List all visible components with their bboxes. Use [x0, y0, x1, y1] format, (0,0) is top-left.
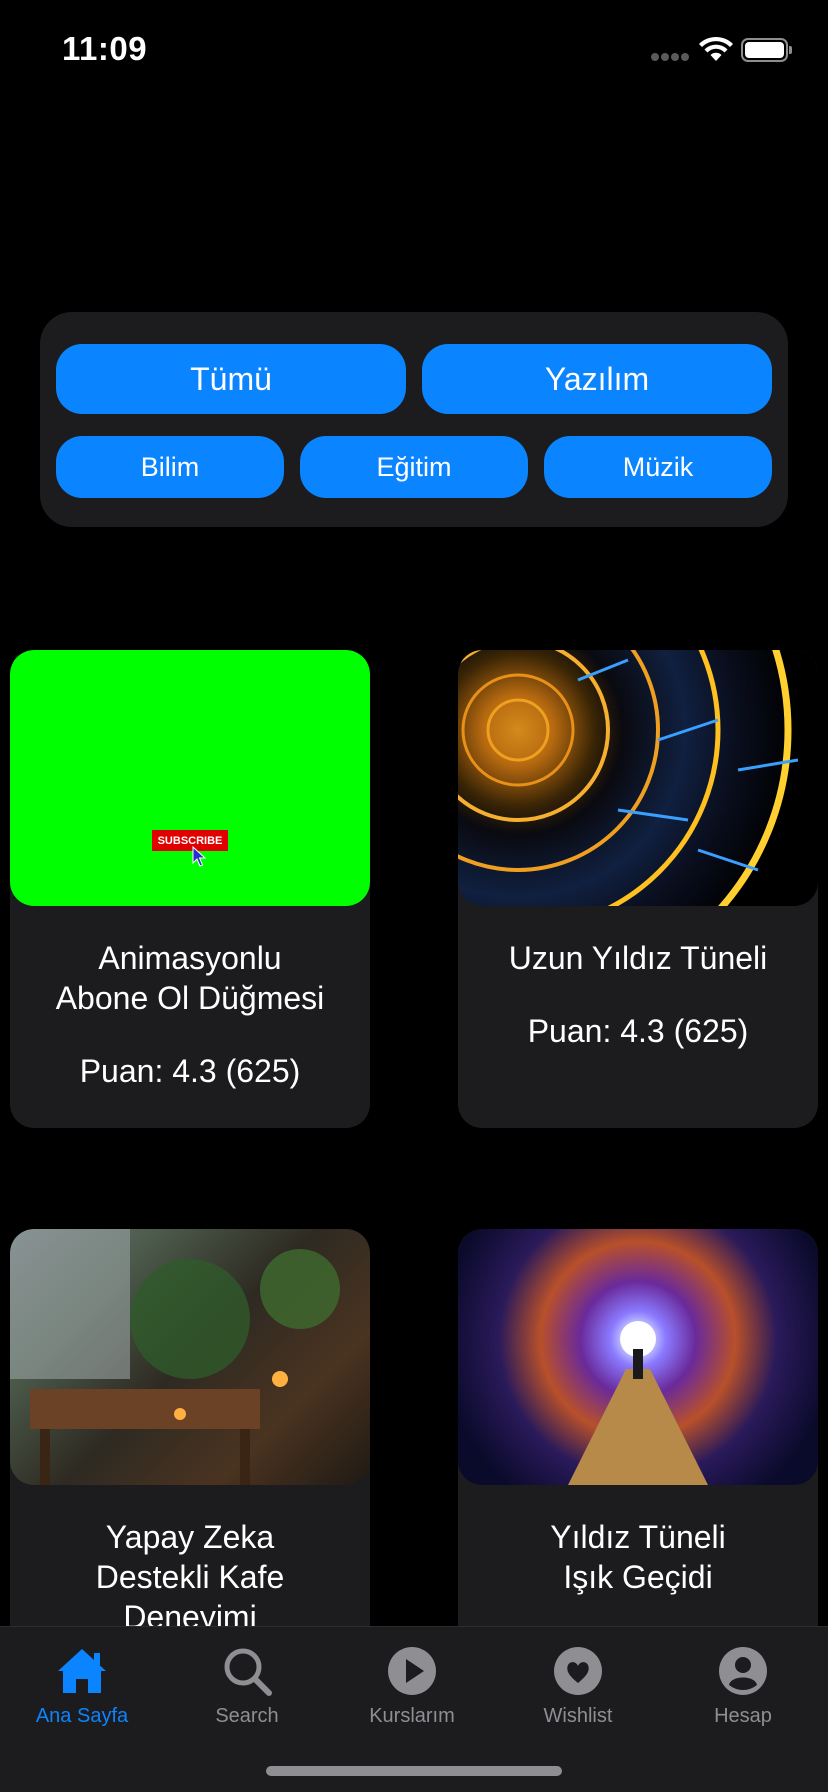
heart-circle-icon — [554, 1647, 602, 1695]
course-thumbnail — [458, 1229, 818, 1485]
wifi-icon — [699, 36, 733, 61]
course-thumbnail: SUBSCRIBE — [10, 650, 370, 906]
tab-search[interactable]: Search — [172, 1637, 322, 1737]
course-card[interactable]: Yapay Zeka Destekli Kafe Deneyimi — [10, 1229, 370, 1649]
light-passage-image — [568, 1321, 708, 1485]
course-thumbnail — [458, 650, 818, 906]
tab-label: Hesap — [714, 1705, 772, 1727]
status-time: 11:09 — [62, 30, 148, 67]
course-card[interactable]: Uzun Yıldız Tüneli Puan: 4.3 (625) — [458, 650, 818, 1128]
magnifyingglass-icon — [224, 1648, 272, 1696]
course-rating: Puan: 4.3 (625) — [527, 1013, 749, 1049]
course-card[interactable]: Yıldız Tüneli Işık Geçidi — [458, 1229, 818, 1649]
cafe-image — [10, 1229, 340, 1485]
subscribe-badge: SUBSCRIBE — [152, 830, 228, 851]
course-title-line: Animasyonlu — [98, 940, 282, 976]
tab-my-courses[interactable]: Kurslarım — [337, 1637, 487, 1737]
filter-chip-all[interactable]: Tümü — [56, 344, 406, 414]
course-title-line: Yıldız Tüneli — [550, 1519, 726, 1555]
category-filter-panel: Tümü Yazılım Bilim Eğitim Müzik — [40, 312, 788, 527]
house-icon — [58, 1649, 106, 1693]
course-title-line: Yapay Zeka — [105, 1519, 275, 1555]
cellular-signal-icon — [651, 53, 691, 61]
cursor-icon — [192, 846, 206, 867]
course-title-line: Uzun Yıldız Tüneli — [508, 940, 768, 976]
battery-icon — [741, 38, 793, 62]
tab-label: Search — [215, 1705, 279, 1727]
tab-label: Ana Sayfa — [35, 1705, 129, 1727]
course-rating: Puan: 4.3 (625) — [79, 1053, 301, 1089]
star-tunnel-image — [458, 650, 799, 906]
tab-wishlist[interactable]: Wishlist — [503, 1637, 653, 1737]
status-bar: 11:09 — [0, 0, 828, 100]
tab-label: Wishlist — [543, 1705, 613, 1727]
tab-home[interactable]: Ana Sayfa — [7, 1637, 157, 1737]
filter-chip-music[interactable]: Müzik — [544, 436, 772, 498]
play-circle-icon — [388, 1647, 436, 1695]
filter-chip-software[interactable]: Yazılım — [422, 344, 772, 414]
tab-label: Kurslarım — [369, 1705, 455, 1727]
course-title-line: Destekli Kafe — [95, 1559, 285, 1595]
filter-chip-science[interactable]: Bilim — [56, 436, 284, 498]
filter-chip-education[interactable]: Eğitim — [300, 436, 528, 498]
course-title-line: Işık Geçidi — [563, 1559, 713, 1595]
course-thumbnail — [10, 1229, 370, 1485]
course-card[interactable]: SUBSCRIBE Animasyonlu Abone Ol Düğmesi P… — [10, 650, 370, 1128]
home-indicator — [266, 1766, 562, 1776]
person-circle-icon — [719, 1647, 767, 1695]
tab-account[interactable]: Hesap — [668, 1637, 818, 1737]
course-title-line: Abone Ol Düğmesi — [55, 980, 325, 1016]
